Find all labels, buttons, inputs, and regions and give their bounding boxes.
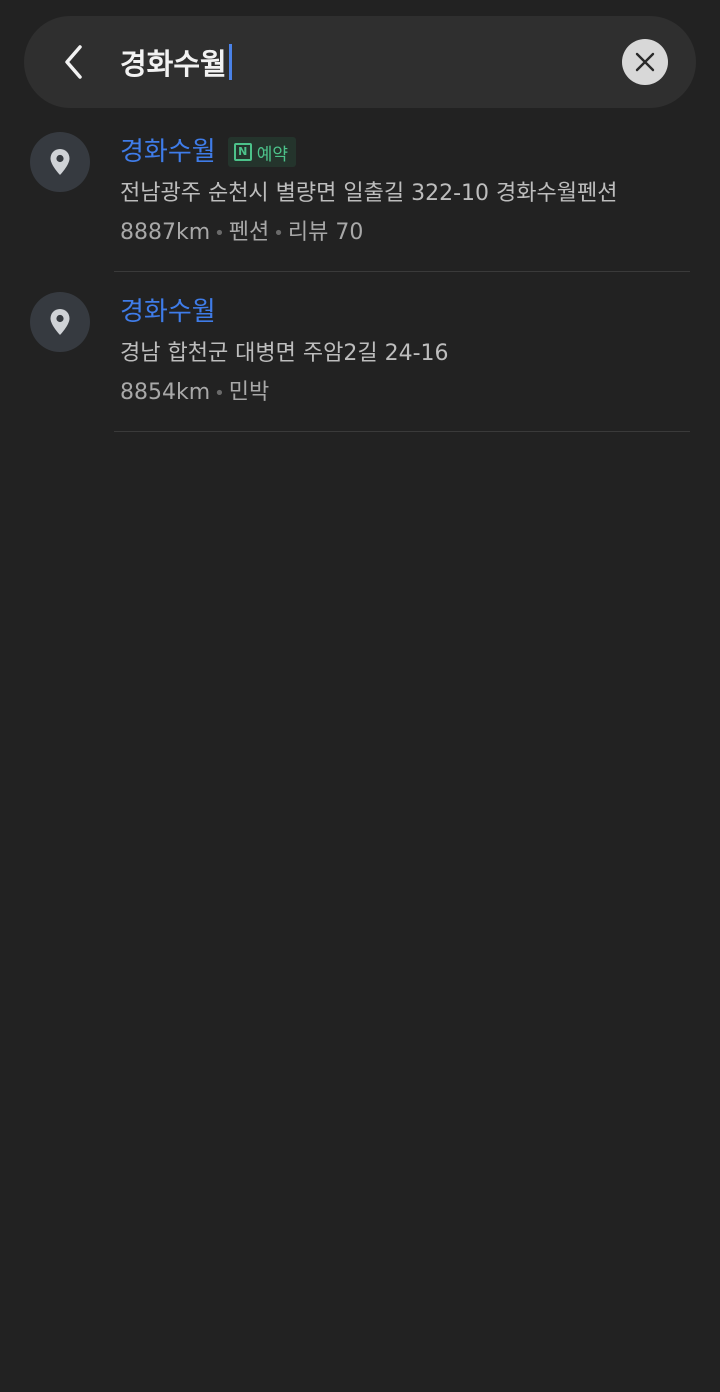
search-results-list: 경화수월 N 예약 전남광주 순천시 별량면 일출길 322-10 경화수월펜션…: [0, 112, 720, 432]
search-input[interactable]: 경화수월: [120, 40, 600, 84]
place-meta: 8854km • 민박: [120, 374, 690, 413]
search-query: 경화수월: [120, 47, 227, 81]
separator-dot: •: [214, 223, 225, 244]
place-address: 전남광주 순천시 별량면 일출길 322-10 경화수월펜션: [120, 181, 618, 206]
result-item[interactable]: 경화수월 N 예약 전남광주 순천시 별량면 일출길 322-10 경화수월펜션…: [0, 112, 720, 272]
place-pin-badge: [30, 132, 90, 192]
reservation-label: 예약: [256, 144, 288, 165]
place-pin-badge: [30, 292, 90, 352]
search-bar: 경화수월: [24, 16, 696, 108]
separator-dot: •: [214, 383, 225, 404]
divider: [114, 431, 690, 432]
map-pin-icon: [50, 149, 70, 175]
place-meta: 8887km • 펜션 • 리뷰 70: [120, 214, 690, 253]
text-caret: [228, 44, 232, 80]
place-address: 경남 합천군 대병면 주암2길 24-16: [120, 341, 449, 366]
result-details: 경화수월 N 예약 전남광주 순천시 별량면 일출길 322-10 경화수월펜션…: [120, 132, 690, 253]
separator-dot: •: [273, 223, 284, 244]
clear-search-button[interactable]: [622, 39, 668, 85]
place-name[interactable]: 경화수월: [120, 132, 216, 172]
result-item[interactable]: 경화수월 경남 합천군 대병면 주암2길 24-16 8854km • 민박: [0, 272, 720, 432]
place-distance: 8854km: [120, 380, 211, 405]
place-category: 민박: [228, 380, 270, 405]
map-pin-icon: [50, 309, 70, 335]
result-title-row: 경화수월: [120, 292, 690, 332]
close-icon: [635, 52, 655, 72]
place-name[interactable]: 경화수월: [120, 292, 216, 332]
chevron-left-icon: [65, 45, 82, 79]
reservation-badge[interactable]: N 예약: [227, 137, 296, 167]
place-reviews: 리뷰 70: [287, 220, 364, 245]
naver-n-icon: N: [233, 143, 252, 161]
place-category: 펜션: [228, 220, 270, 245]
back-button[interactable]: [54, 42, 94, 82]
result-title-row: 경화수월 N 예약: [120, 132, 690, 172]
result-details: 경화수월 경남 합천군 대병면 주암2길 24-16 8854km • 민박: [120, 292, 690, 413]
place-distance: 8887km: [120, 220, 211, 245]
